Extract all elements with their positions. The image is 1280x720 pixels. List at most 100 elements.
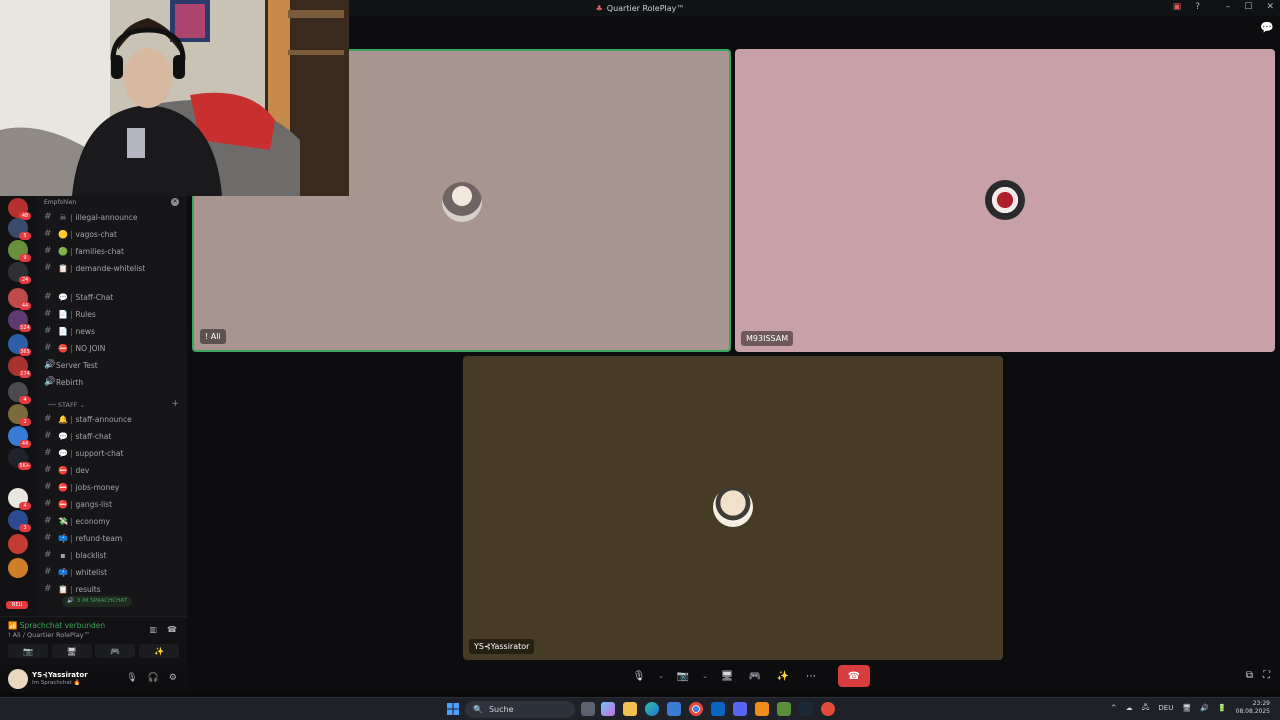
user-avatar[interactable] [8, 669, 28, 689]
file-explorer-icon[interactable] [623, 702, 637, 716]
server-icon[interactable]: 5 [8, 218, 31, 240]
edge-icon[interactable] [645, 702, 659, 716]
participant-tile[interactable]: M93ISSAM [735, 49, 1275, 352]
server-icon[interactable]: 44 [8, 426, 31, 448]
camera-off-button[interactable]: 📷 [8, 644, 48, 658]
chrome-icon[interactable] [689, 702, 703, 716]
copilot-icon[interactable] [601, 702, 615, 716]
channel-item[interactable]: # 📫 | refund-team [44, 531, 122, 545]
mention-badge: 2 [19, 418, 31, 426]
channel-emoji: 💸 [58, 516, 68, 526]
mic-button[interactable]: 🎙 [628, 665, 650, 687]
channel-item[interactable]: # ⛔ | gangs-list [44, 497, 112, 511]
server-icon[interactable]: 9 [8, 240, 31, 262]
soundboard-button[interactable]: ✨ [138, 644, 179, 658]
share-screen-button[interactable]: 🖥 [51, 644, 92, 658]
outlook-icon[interactable] [711, 702, 725, 716]
channel-item[interactable]: # 📋 | results [44, 582, 101, 596]
channel-emoji: ⛔ [58, 499, 68, 509]
chat-bubble-icon[interactable]: 💬 [1260, 22, 1274, 34]
windows-start-icon[interactable] [447, 703, 459, 715]
activities-button[interactable]: 🎮 [744, 665, 766, 687]
voice-status[interactable]: 📶 Sprachchat verbunden [8, 621, 105, 630]
server-icon[interactable]: 4 [8, 488, 31, 510]
channel-item[interactable]: # 🟡 | vagos-chat [44, 227, 117, 241]
help-icon[interactable]: ? [1195, 2, 1200, 12]
minimize-button[interactable]: – [1226, 2, 1231, 12]
monitor-icon[interactable]: 🖥 [1182, 704, 1191, 712]
user-name[interactable]: YS⊰Yassirator [32, 671, 88, 679]
channel-item[interactable]: # 📄 | Rules [44, 307, 96, 321]
maximize-button[interactable]: ☐ [1244, 2, 1252, 12]
camera-button[interactable]: 📷 [672, 665, 694, 687]
discord-icon[interactable] [733, 702, 747, 716]
steam-icon[interactable] [799, 702, 813, 716]
minecraft-icon[interactable] [777, 702, 791, 716]
server-icon[interactable]: 24 [8, 262, 31, 284]
store-icon[interactable] [667, 702, 681, 716]
channel-item[interactable]: # ☠ | illegal-announce [44, 210, 137, 224]
vlc-icon[interactable] [755, 702, 769, 716]
battery-icon[interactable]: 🔋 [1218, 704, 1227, 712]
server-icon[interactable]: 3 [8, 510, 31, 532]
channel-item[interactable]: # 🔔 | staff-announce [44, 412, 132, 426]
channel-item[interactable]: # 🟢 | families-chat [44, 244, 124, 258]
mic-options-caret[interactable]: ⌄ [656, 665, 666, 687]
disconnect-button[interactable]: ☎ [838, 665, 870, 687]
participant-tile[interactable]: YS⊰Yassirator [463, 356, 1003, 660]
more-button[interactable]: ⋯ [800, 665, 822, 687]
channel-item[interactable]: # ⛔ | jobs-money [44, 480, 119, 494]
channel-item[interactable]: # ▪ | blacklist [44, 548, 106, 562]
screen-share-button[interactable]: 🖥 [716, 665, 738, 687]
server-icon[interactable]: 5K+ [8, 448, 31, 470]
disconnect-icon[interactable]: ☎ [167, 625, 177, 634]
soundboard-button[interactable]: ✨ [772, 665, 794, 687]
hash-icon: # [44, 516, 52, 526]
dismiss-icon[interactable]: ✕ [171, 198, 179, 206]
taskbar-search[interactable]: 🔍 Suche [465, 701, 575, 718]
channel-item[interactable]: # 💸 | economy [44, 514, 110, 528]
server-icon[interactable] [8, 534, 28, 554]
close-button[interactable]: ✕ [1266, 2, 1274, 12]
mention-badge: 44 [19, 440, 31, 448]
channel-item[interactable]: # 📋 | demande-whitelist [44, 261, 145, 275]
channel-item[interactable]: # ⛔ | NO JOIN [44, 341, 105, 355]
language-indicator[interactable]: DEU [1158, 704, 1173, 712]
add-channel-icon[interactable]: + [171, 399, 179, 409]
inbox-icon[interactable]: ▣ [1173, 2, 1182, 12]
headphones-icon[interactable]: 🎧 [148, 673, 159, 683]
in-voice-pill[interactable]: 🔊 3 IM SPRACHCHAT [62, 596, 132, 607]
server-icon[interactable]: 174 [8, 356, 31, 378]
server-icon[interactable]: 365 [8, 334, 31, 356]
server-icon[interactable] [8, 558, 28, 578]
channel-item[interactable]: # 💬 | staff-chat [44, 429, 111, 443]
server-list: 48 5 9 24 44 524 365 174 4 2 44 5K+ 4 3 [0, 196, 36, 616]
channel-item[interactable]: # 💬 | support-chat [44, 446, 123, 460]
app-icon[interactable] [821, 702, 835, 716]
channel-item[interactable]: 🔊 Rebirth [44, 375, 83, 389]
server-icon[interactable]: 4 [8, 382, 31, 404]
server-icon[interactable]: 48 [8, 198, 31, 220]
activity-button[interactable]: 🎮 [95, 644, 136, 658]
task-view-icon[interactable] [581, 702, 595, 716]
settings-gear-icon[interactable]: ⚙ [169, 673, 177, 683]
mic-icon[interactable]: 🎙 [126, 673, 137, 683]
server-icon[interactable]: 44 [8, 288, 31, 310]
chevron-up-icon[interactable]: ^ [1111, 704, 1117, 712]
category-staff[interactable]: ── STAFF ⌄ [48, 401, 85, 409]
camera-options-caret[interactable]: ⌄ [700, 665, 710, 687]
channel-item[interactable]: # 💬 | Staff-Chat [44, 290, 113, 304]
noise-suppression-icon[interactable]: ▥ [149, 625, 157, 634]
separator: | [70, 212, 73, 222]
server-icon[interactable]: 524 [8, 310, 31, 332]
volume-icon[interactable]: 🔊 [1200, 704, 1209, 712]
clock[interactable]: 23:29 08.08.2025 [1236, 700, 1270, 716]
speaker-icon: 🔊 [67, 598, 74, 604]
channel-item[interactable]: # 📄 | news [44, 324, 95, 338]
server-icon[interactable]: 2 [8, 404, 31, 426]
channel-item[interactable]: 🔊 Server Test [44, 358, 98, 372]
network-icon[interactable]: 🖧 [1142, 703, 1150, 714]
channel-item[interactable]: # ⛔ | dev [44, 463, 89, 477]
channel-item[interactable]: # 📫 | whitelist [44, 565, 107, 579]
cloud-icon[interactable]: ☁ [1126, 704, 1133, 712]
